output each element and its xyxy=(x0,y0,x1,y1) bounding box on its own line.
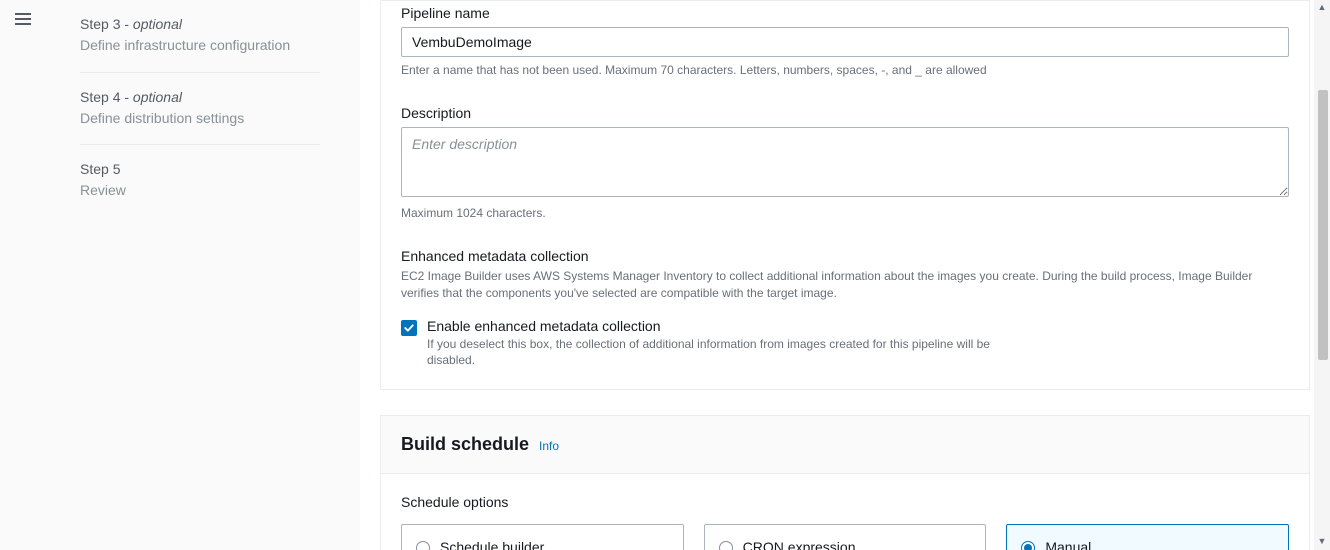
description-help: Maximum 1024 characters. xyxy=(401,206,1289,220)
schedule-option-builder[interactable]: Schedule builder Automatically run the p… xyxy=(401,524,684,550)
radio-icon xyxy=(416,541,430,550)
pipeline-name-label: Pipeline name xyxy=(401,5,1289,21)
schedule-options-label: Schedule options xyxy=(401,494,1289,510)
menu-toggle-icon[interactable] xyxy=(15,10,31,28)
wizard-sidebar: Step 3 - optional Define infrastructure … xyxy=(0,0,360,550)
metadata-checkbox-help: If you deselect this box, the collection… xyxy=(427,336,1027,370)
radio-label: Schedule builder xyxy=(440,539,639,550)
step-number: Step 5 xyxy=(80,161,120,177)
step-number: Step 3 - xyxy=(80,16,133,32)
step-title: Define distribution settings xyxy=(80,109,320,129)
radio-icon xyxy=(1021,541,1035,550)
wizard-step-4[interactable]: Step 4 - optional Define distribution se… xyxy=(80,73,320,146)
step-title: Review xyxy=(80,181,320,201)
wizard-step-5[interactable]: Step 5 Review xyxy=(80,145,320,217)
description-label: Description xyxy=(401,105,1289,121)
step-optional: optional xyxy=(133,16,182,32)
schedule-option-cron[interactable]: CRON expression Automatically run the pi… xyxy=(704,524,987,550)
metadata-title: Enhanced metadata collection xyxy=(401,248,1289,264)
radio-label: Manual xyxy=(1045,539,1244,550)
metadata-desc: EC2 Image Builder uses AWS Systems Manag… xyxy=(401,268,1289,302)
step-optional: optional xyxy=(133,89,182,105)
pipeline-name-help: Enter a name that has not been used. Max… xyxy=(401,63,1289,77)
main-content: Pipeline name Enter a name that has not … xyxy=(360,0,1330,550)
description-input[interactable] xyxy=(401,127,1289,197)
metadata-checkbox-label: Enable enhanced metadata collection xyxy=(427,318,1027,334)
general-panel: Pipeline name Enter a name that has not … xyxy=(380,0,1310,390)
info-link[interactable]: Info xyxy=(539,439,559,453)
radio-icon xyxy=(719,541,733,550)
schedule-option-manual[interactable]: Manual The pipeline will run when you in… xyxy=(1006,524,1289,550)
radio-label: CRON expression xyxy=(743,539,942,550)
vertical-scrollbar[interactable]: ▲ ▼ xyxy=(1314,0,1330,550)
step-title: Define infrastructure configuration xyxy=(80,36,320,56)
build-schedule-header: Build schedule xyxy=(401,434,529,455)
build-schedule-panel: Build schedule Info Schedule options Sch… xyxy=(380,415,1310,550)
pipeline-name-input[interactable] xyxy=(401,27,1289,57)
wizard-step-3[interactable]: Step 3 - optional Define infrastructure … xyxy=(80,0,320,73)
scroll-down-icon[interactable]: ▼ xyxy=(1316,536,1328,548)
scroll-up-icon[interactable]: ▲ xyxy=(1316,2,1328,14)
metadata-checkbox[interactable] xyxy=(401,320,417,336)
scroll-thumb[interactable] xyxy=(1318,90,1328,360)
step-number: Step 4 - xyxy=(80,89,133,105)
check-icon xyxy=(403,322,415,334)
